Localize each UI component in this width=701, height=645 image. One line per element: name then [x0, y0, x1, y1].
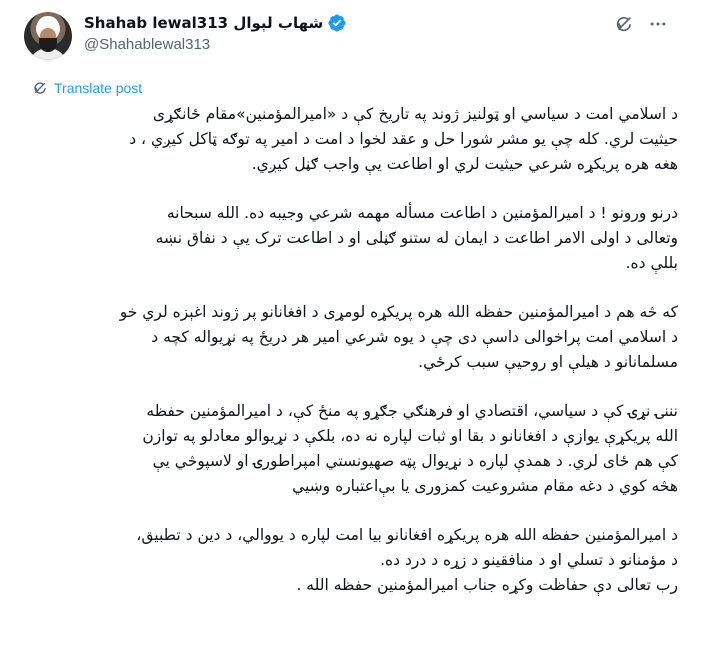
translate-icon [34, 82, 46, 94]
post-line: مسلمانانو د هیلې او روحیې سبب کرځي. [418, 353, 678, 371]
post-line: د اسلامي امت پراخوالی داسې دی چې د یوه ش… [151, 328, 678, 346]
post-paragraph: که څه هم د امیرالمؤمنین حفظه الله هره پر… [24, 300, 678, 375]
more-icon[interactable] [648, 14, 668, 34]
post-line: نننۍ نړۍ کې د سیاسي، اقتصادي او فرهنګي ج… [146, 402, 678, 420]
avatar[interactable] [24, 12, 72, 60]
grok-icon[interactable] [614, 14, 634, 34]
post-paragraph: درنو ورونو ! د امیرالمؤمنین د اطاعت مسأل… [24, 201, 678, 276]
post-header: Shahab lewal313 شهاب لېوال @Shahablewal3… [0, 0, 701, 70]
post-line: کې هم ځای لري. د همدې لپاره د نړیوال پټه… [152, 452, 678, 470]
post-line: وتعالی د اولی الامر اطاعت د ایمان له ستن… [155, 229, 678, 247]
post-line: د اسلامي امت د سیاسي او ټولنیز ژوند په ت… [152, 105, 678, 123]
verified-badge-icon [328, 14, 346, 32]
post-line: د امیرالمؤمنین حفظه الله هره پریکړه افغا… [136, 526, 678, 544]
author-name-row[interactable]: Shahab lewal313 شهاب لېوال [84, 12, 347, 34]
post-text: د اسلامي امت د سیاسي او ټولنیز ژوند په ت… [24, 102, 678, 598]
post-line: درنو ورونو ! د امیرالمؤمنین د اطاعت مسأل… [166, 204, 678, 222]
post-line: رب تعالی دې حفاظت وکړه جناب امیرالمؤمنین… [296, 576, 678, 594]
post-line: که څه هم د امیرالمؤمنین حفظه الله هره پر… [119, 303, 678, 321]
post-line: الله پریکړې یوازې د افغانانو د بقا او ثب… [142, 427, 678, 445]
translate-post-label[interactable]: Translate post [54, 80, 142, 96]
translate-post-link[interactable]: Translate post [32, 78, 142, 98]
author-handle[interactable]: @Shahablewal313 [84, 36, 210, 53]
post-line: د مؤمنانو د تسلي او د منافقینو د زړه د د… [380, 551, 678, 569]
post-paragraph: د امیرالمؤمنین حفظه الله هره پریکړه افغا… [24, 523, 678, 598]
post-paragraph: د اسلامي امت د سیاسي او ټولنیز ژوند په ت… [24, 102, 678, 177]
post-line: بللې ده. [625, 254, 678, 272]
post-line: هڅه کوي د دغه مقام مشروعیت کمزوری یا بې‌… [292, 477, 678, 495]
post-paragraph: نننۍ نړۍ کې د سیاسي، اقتصادي او فرهنګي ج… [24, 399, 678, 499]
post-line: هغه هره پریکړه شرعي حیثیت لري او اطاعت ی… [251, 155, 678, 173]
author-display-name[interactable]: Shahab lewal313 شهاب لېوال [84, 14, 323, 32]
post-line: حیثیت لري. کله چې یو مشر شورا حل و عقد ل… [129, 130, 678, 148]
